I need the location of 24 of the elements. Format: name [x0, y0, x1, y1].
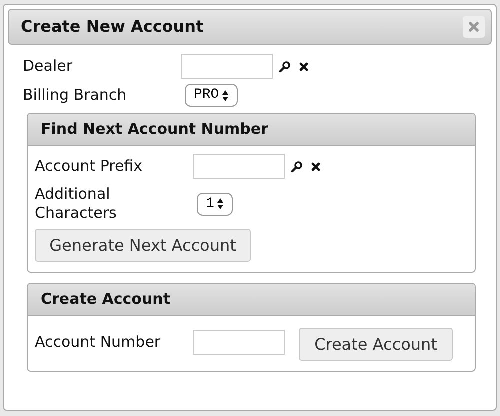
text-field[interactable] — [181, 54, 273, 79]
clear-icon[interactable] — [299, 62, 309, 72]
text-field[interactable] — [193, 154, 285, 179]
select-field[interactable]: PRO — [185, 84, 238, 107]
select-field[interactable]: 1 — [197, 192, 234, 216]
create-account-button[interactable]: Create Account — [299, 328, 453, 361]
search-icon[interactable] — [291, 160, 303, 172]
search-icon[interactable] — [279, 60, 291, 72]
clear-icon[interactable] — [311, 162, 321, 172]
section-title: Create Account — [41, 289, 170, 310]
up-down-arrows-icon — [222, 90, 230, 102]
section-title: Find Next Account Number — [41, 119, 268, 140]
up-down-arrows-icon — [217, 198, 224, 210]
field-label: Dealer — [23, 57, 74, 76]
field-label: Account Number — [35, 333, 162, 352]
text-field[interactable] — [193, 330, 285, 355]
field-label: Billing Branch — [23, 86, 128, 105]
field-label: Additional Characters — [35, 185, 118, 223]
select-value: PRO — [194, 86, 220, 105]
dialog-title: Create New Account — [21, 16, 204, 38]
close-icon — [469, 22, 479, 32]
generate-button[interactable]: Generate Next Account — [35, 229, 251, 262]
select-value: 1 — [206, 194, 214, 214]
field-label: Account Prefix — [35, 157, 144, 176]
